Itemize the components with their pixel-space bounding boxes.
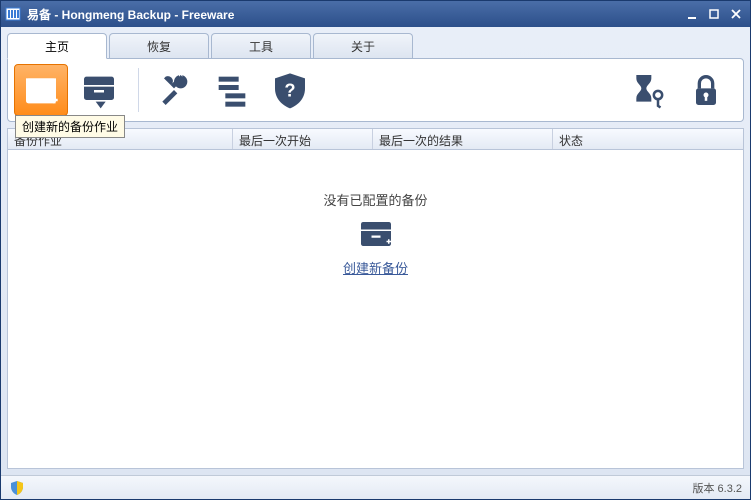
window-title: 易备 - Hongmeng Backup - Freeware bbox=[27, 6, 682, 23]
list-icon bbox=[212, 70, 252, 110]
titlebar: 易备 - Hongmeng Backup - Freeware bbox=[1, 1, 750, 27]
archive-add-icon bbox=[21, 70, 61, 110]
help-button[interactable]: ? bbox=[263, 64, 317, 116]
svg-text:?: ? bbox=[284, 80, 295, 101]
window-controls bbox=[682, 6, 746, 22]
toolbar-separator bbox=[138, 68, 139, 112]
tab-tools[interactable]: 工具 bbox=[211, 33, 311, 59]
empty-message: 没有已配置的备份 bbox=[323, 190, 427, 209]
shield-status-icon bbox=[9, 480, 25, 496]
lock-icon bbox=[686, 70, 726, 110]
empty-icon bbox=[358, 219, 394, 252]
logs-button[interactable] bbox=[205, 64, 259, 116]
tab-about[interactable]: 关于 bbox=[313, 33, 413, 59]
version-label: 版本 6.3.2 bbox=[692, 480, 742, 496]
tab-home[interactable]: 主页 bbox=[7, 33, 107, 59]
content-area: 主页 恢复 工具 关于 创建新的备份作业 ? bbox=[1, 27, 750, 475]
archive-open-icon bbox=[79, 70, 119, 110]
col-last-result[interactable]: 最后一次的结果 bbox=[373, 129, 553, 149]
settings-button[interactable] bbox=[147, 64, 201, 116]
minimize-button[interactable] bbox=[682, 6, 702, 22]
shield-help-icon: ? bbox=[270, 70, 310, 110]
col-last-start[interactable]: 最后一次开始 bbox=[233, 129, 373, 149]
new-backup-button[interactable]: 创建新的备份作业 bbox=[14, 64, 68, 116]
maximize-button[interactable] bbox=[704, 6, 724, 22]
hourglass-key-icon bbox=[628, 70, 668, 110]
archive-icon bbox=[358, 219, 394, 249]
close-button[interactable] bbox=[726, 6, 746, 22]
create-backup-link[interactable]: 创建新备份 bbox=[343, 258, 408, 277]
statusbar: 版本 6.3.2 bbox=[1, 475, 750, 499]
app-window: 易备 - Hongmeng Backup - Freeware 主页 恢复 工具… bbox=[0, 0, 751, 500]
col-status[interactable]: 状态 bbox=[553, 129, 743, 149]
tools-icon bbox=[154, 70, 194, 110]
app-icon bbox=[5, 6, 21, 22]
tab-restore[interactable]: 恢复 bbox=[109, 33, 209, 59]
toolbar: 创建新的备份作业 ? bbox=[7, 58, 744, 122]
open-backup-button[interactable] bbox=[72, 64, 126, 116]
schedule-button[interactable] bbox=[621, 64, 675, 116]
tooltip-new-backup: 创建新的备份作业 bbox=[15, 115, 125, 138]
tabs: 主页 恢复 工具 关于 bbox=[7, 33, 744, 59]
table-body: 没有已配置的备份 创建新备份 bbox=[7, 150, 744, 469]
lock-button[interactable] bbox=[679, 64, 733, 116]
